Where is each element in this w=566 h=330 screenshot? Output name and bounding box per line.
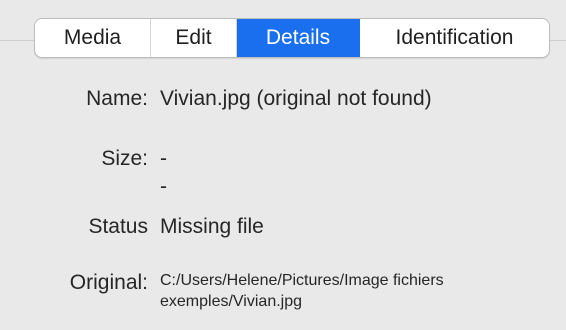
tab-bar: Media Edit Details Identification: [34, 18, 550, 58]
name-label: Name:: [86, 87, 148, 110]
status-value: Missing file: [160, 215, 264, 238]
tab-details[interactable]: Details: [237, 19, 360, 57]
status-label: Status: [88, 215, 148, 238]
size-label: Size:: [101, 147, 148, 170]
tab-media[interactable]: Media: [35, 19, 151, 57]
tab-edit[interactable]: Edit: [151, 19, 237, 57]
original-label: Original:: [69, 271, 148, 294]
tab-identification[interactable]: Identification: [360, 19, 549, 57]
name-value: Vivian.jpg (original not found): [160, 87, 432, 110]
size-value: -: [160, 147, 167, 170]
original-path-value: C:/Users/Helene/Pictures/Image fichiers …: [160, 272, 444, 310]
size-secondary-value: -: [160, 175, 167, 198]
